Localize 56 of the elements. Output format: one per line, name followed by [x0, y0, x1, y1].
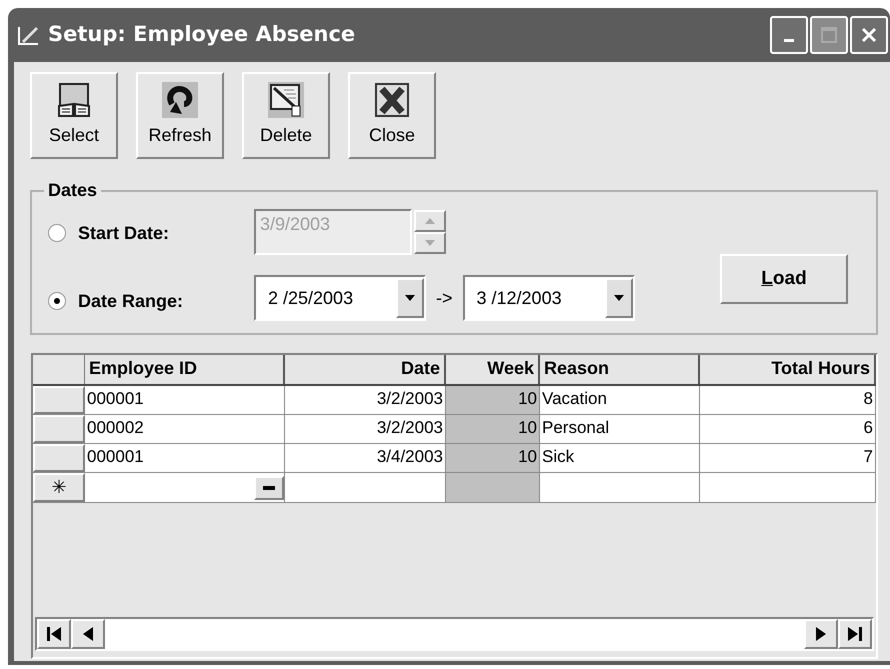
table-cell: 7 [700, 444, 876, 472]
table-cell: Personal [540, 415, 700, 443]
spin-down-button[interactable] [414, 232, 446, 254]
table-cell: 3/4/2003 [285, 444, 446, 472]
close-button[interactable] [850, 16, 888, 54]
radio-button[interactable] [48, 292, 66, 310]
first-record-button[interactable] [37, 619, 71, 649]
radio-label: Start Date: [78, 222, 170, 244]
date-dropdown[interactable]: 2 /25/2003 [254, 275, 426, 321]
refresh-icon [162, 82, 198, 118]
table-cell: 10 [446, 386, 540, 414]
next-record-button[interactable] [804, 619, 838, 649]
toolbar-button[interactable]: Select [30, 72, 118, 159]
last-record-button[interactable] [838, 619, 872, 649]
table-cell: 3/2/2003 [285, 386, 446, 414]
previous-record-button[interactable] [71, 619, 105, 649]
table-cell: 10 [446, 415, 540, 443]
maximize-icon [821, 27, 837, 43]
toolbar-button[interactable]: Close [348, 72, 436, 159]
toolbar-button[interactable]: Delete [242, 72, 330, 159]
up-arrow-icon [425, 218, 435, 224]
new-row-marker: ✳ [52, 476, 66, 499]
minimize-button[interactable] [770, 16, 808, 54]
close-icon [374, 82, 410, 118]
date-value: 3 /12/2003 [476, 286, 563, 310]
table-cell: 000002 [85, 415, 285, 443]
table-cell: Sick [540, 444, 700, 472]
table-cell: 6 [700, 415, 876, 443]
close-icon [861, 27, 877, 43]
group-title: Dates [47, 179, 98, 202]
table-cell: 3/2/2003 [285, 415, 446, 443]
document-erase-icon [268, 82, 304, 118]
window-title: Setup: Employee Absence [48, 21, 356, 48]
radio-label: Date Range: [78, 290, 184, 313]
minimize-icon [784, 38, 794, 42]
table-cell: 000001 [85, 444, 285, 472]
radio-button[interactable] [48, 224, 66, 242]
toolbar-button[interactable]: Refresh [136, 72, 224, 159]
last-icon [847, 626, 863, 642]
book-icon [56, 82, 92, 118]
row-selector[interactable] [33, 444, 85, 472]
row-selector[interactable] [33, 415, 85, 443]
table-cell: Vacation [540, 386, 700, 414]
load-button[interactable]: Load [720, 254, 848, 304]
spin-up-button[interactable] [414, 210, 446, 232]
down-arrow-icon [425, 240, 435, 246]
date-dropdown[interactable]: 3 /12/2003 [462, 275, 635, 321]
first-icon [46, 626, 62, 642]
table-cell: 8 [700, 386, 876, 414]
date-value: 2 /25/2003 [267, 286, 354, 310]
row-selector[interactable] [33, 386, 85, 414]
range-arrow: -> [435, 286, 454, 310]
next-icon [815, 626, 827, 642]
table-cell: 000001 [85, 386, 285, 414]
table-cell: 10 [446, 444, 540, 472]
previous-icon [82, 626, 94, 642]
